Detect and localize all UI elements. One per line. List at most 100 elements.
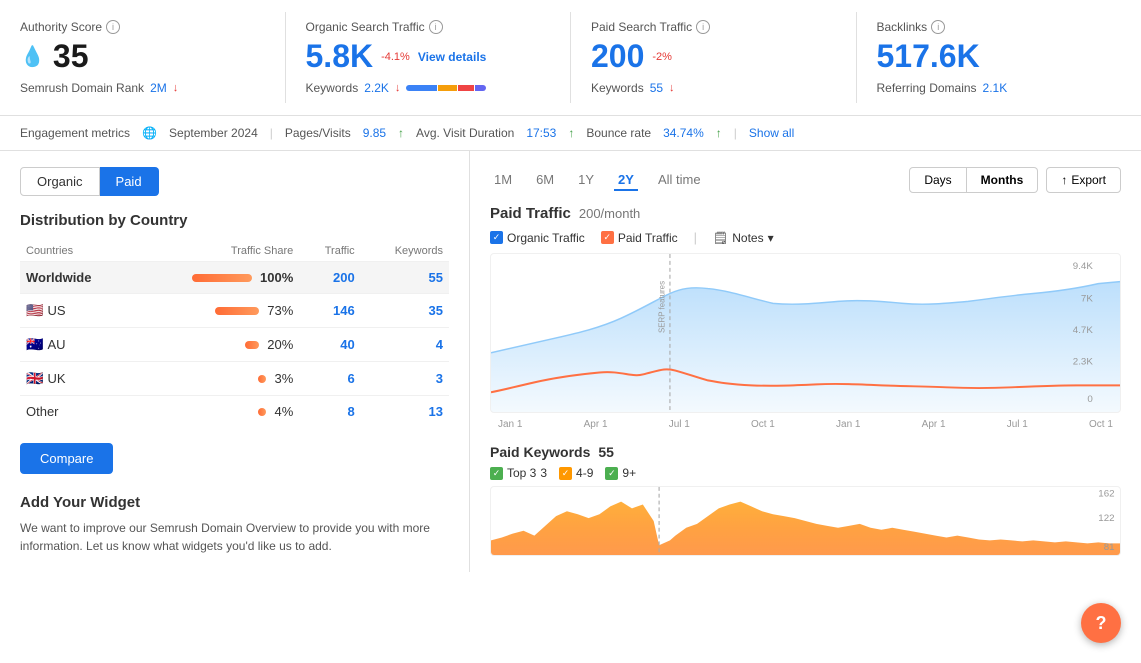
col-traffic-share: Traffic Share <box>133 241 299 262</box>
view-days-button[interactable]: Days <box>909 167 966 193</box>
top3-checkbox[interactable]: ✓ <box>490 467 503 480</box>
table-row: 🇦🇺AU20%404 <box>20 328 449 362</box>
keywords-cell: 55 <box>361 262 449 294</box>
traffic-share-cell: 100% <box>133 262 299 294</box>
pages-visits-value: 9.85 <box>363 126 386 140</box>
authority-value: 35 <box>53 38 89 75</box>
legend-separator: | <box>694 230 697 245</box>
right-panel: 1M 6M 1Y 2Y All time Days Months ↑ Expor… <box>470 151 1141 572</box>
filter-9plus: ✓ 9+ <box>605 466 636 480</box>
authority-sub-value: 2M <box>150 81 167 95</box>
organic-info-icon[interactable]: i <box>429 20 443 34</box>
backlinks-info-icon[interactable]: i <box>931 20 945 34</box>
organic-value-container: 5.8K -4.1% View details <box>306 38 551 75</box>
organic-view-details-link[interactable]: View details <box>418 50 486 64</box>
country-cell: Worldwide <box>20 262 133 294</box>
backlinks-sub: Referring Domains 2.1K <box>877 81 1122 95</box>
backlinks-value: 517.6K <box>877 38 980 75</box>
paid-checkbox[interactable]: ✓ <box>601 231 614 244</box>
globe-icon: 🌐 <box>142 126 157 140</box>
svg-text:7K: 7K <box>1081 294 1094 304</box>
country-cell: 🇦🇺AU <box>20 328 133 362</box>
tab-organic[interactable]: Organic <box>20 167 100 196</box>
svg-text:2.3K: 2.3K <box>1073 357 1094 367</box>
backlinks-label: Backlinks i <box>877 20 1122 34</box>
authority-sub: Semrush Domain Rank 2M ↓ <box>20 81 265 95</box>
engagement-label: Engagement metrics <box>20 126 130 140</box>
paid-change: -2% <box>652 51 672 63</box>
help-button[interactable]: ? <box>1081 603 1121 643</box>
traffic-share-cell: 73% <box>133 294 299 328</box>
paid-value: 200 <box>591 38 644 75</box>
range-all[interactable]: All time <box>654 170 705 191</box>
paid-keywords-title: Paid Keywords <box>490 444 590 460</box>
legend-paid-label: Paid Traffic <box>618 231 678 245</box>
authority-value-container: 💧 35 <box>20 38 265 75</box>
country-cell: Other <box>20 396 133 428</box>
legend-paid: ✓ Paid Traffic <box>601 231 678 245</box>
traffic-cell: 40 <box>299 328 360 362</box>
svg-text:162: 162 <box>1098 489 1114 498</box>
main-content: Organic Paid Distribution by Country Cou… <box>0 151 1141 572</box>
organic-checkbox[interactable]: ✓ <box>490 231 503 244</box>
mid-checkbox[interactable]: ✓ <box>559 467 572 480</box>
table-row: 🇺🇸US73%14635 <box>20 294 449 328</box>
high-checkbox[interactable]: ✓ <box>605 467 618 480</box>
view-months-button[interactable]: Months <box>967 167 1039 193</box>
col-traffic: Traffic <box>299 241 360 262</box>
time-controls: 1M 6M 1Y 2Y All time Days Months ↑ Expor… <box>490 167 1121 193</box>
kw-area <box>491 502 1120 555</box>
notes-chevron-icon: ▾ <box>768 231 774 245</box>
compare-button[interactable]: Compare <box>20 443 113 474</box>
backlinks-value-container: 517.6K <box>877 38 1122 75</box>
export-button[interactable]: ↑ Export <box>1046 167 1121 193</box>
filter-top3: ✓ Top 3 3 <box>490 466 547 480</box>
paid-traffic-header: Paid Traffic 200/month <box>490 205 1121 222</box>
traffic-cell: 200 <box>299 262 360 294</box>
traffic-cell: 146 <box>299 294 360 328</box>
x-label-5: Apr 1 <box>922 419 946 430</box>
paid-sub-arrow: ↓ <box>669 82 675 94</box>
main-chart-svg: SERP features 9.4K 7K 4.7K 2.3K 0 <box>491 254 1120 412</box>
widget-text: We want to improve our Semrush Domain Ov… <box>20 519 449 555</box>
widget-title: Add Your Widget <box>20 494 449 511</box>
backlinks-label-text: Backlinks <box>877 20 928 34</box>
range-6m[interactable]: 6M <box>532 170 558 191</box>
tab-paid[interactable]: Paid <box>100 167 159 196</box>
top3-label: Top 3 <box>507 466 536 480</box>
avg-visit-value: 17:53 <box>526 126 556 140</box>
paid-label-text: Paid Search Traffic <box>591 20 692 34</box>
backlinks-card: Backlinks i 517.6K Referring Domains 2.1… <box>857 12 1141 103</box>
keywords-cell: 35 <box>361 294 449 328</box>
notes-button[interactable]: 🗒 Notes ▾ <box>713 231 774 245</box>
authority-score-card: Authority Score i 💧 35 Semrush Domain Ra… <box>0 12 286 103</box>
keywords-cell: 3 <box>361 362 449 396</box>
bounce-label: Bounce rate <box>586 126 651 140</box>
avg-visit-arrow: ↑ <box>568 126 574 140</box>
table-row: 🇬🇧UK3%63 <box>20 362 449 396</box>
authority-info-icon[interactable]: i <box>106 20 120 34</box>
organic-progress-bar <box>406 85 486 91</box>
country-cell: 🇬🇧UK <box>20 362 133 396</box>
organic-label-text: Organic Search Traffic <box>306 20 425 34</box>
col-countries: Countries <box>20 241 133 262</box>
svg-text:122: 122 <box>1098 513 1114 522</box>
range-1y[interactable]: 1Y <box>574 170 598 191</box>
engagement-bar: Engagement metrics 🌐 September 2024 | Pa… <box>0 116 1141 151</box>
traffic-share-cell: 4% <box>133 396 299 428</box>
authority-sub-arrow: ↓ <box>173 82 179 94</box>
range-1m[interactable]: 1M <box>490 170 516 191</box>
notes-icon: 🗒 <box>713 231 728 245</box>
range-2y[interactable]: 2Y <box>614 170 638 191</box>
authority-sub-label: Semrush Domain Rank <box>20 81 144 95</box>
show-all-link[interactable]: Show all <box>749 126 794 140</box>
organic-change: -4.1% <box>381 51 410 63</box>
traffic-share-cell: 3% <box>133 362 299 396</box>
paid-info-icon[interactable]: i <box>696 20 710 34</box>
paid-sub: Keywords 55 ↓ <box>591 81 836 95</box>
mid-label: 4-9 <box>576 466 593 480</box>
paid-traffic-title: Paid Traffic <box>490 205 571 222</box>
backlinks-sub-label: Referring Domains <box>877 81 977 95</box>
traffic-cell: 8 <box>299 396 360 428</box>
export-icon: ↑ <box>1061 173 1067 187</box>
